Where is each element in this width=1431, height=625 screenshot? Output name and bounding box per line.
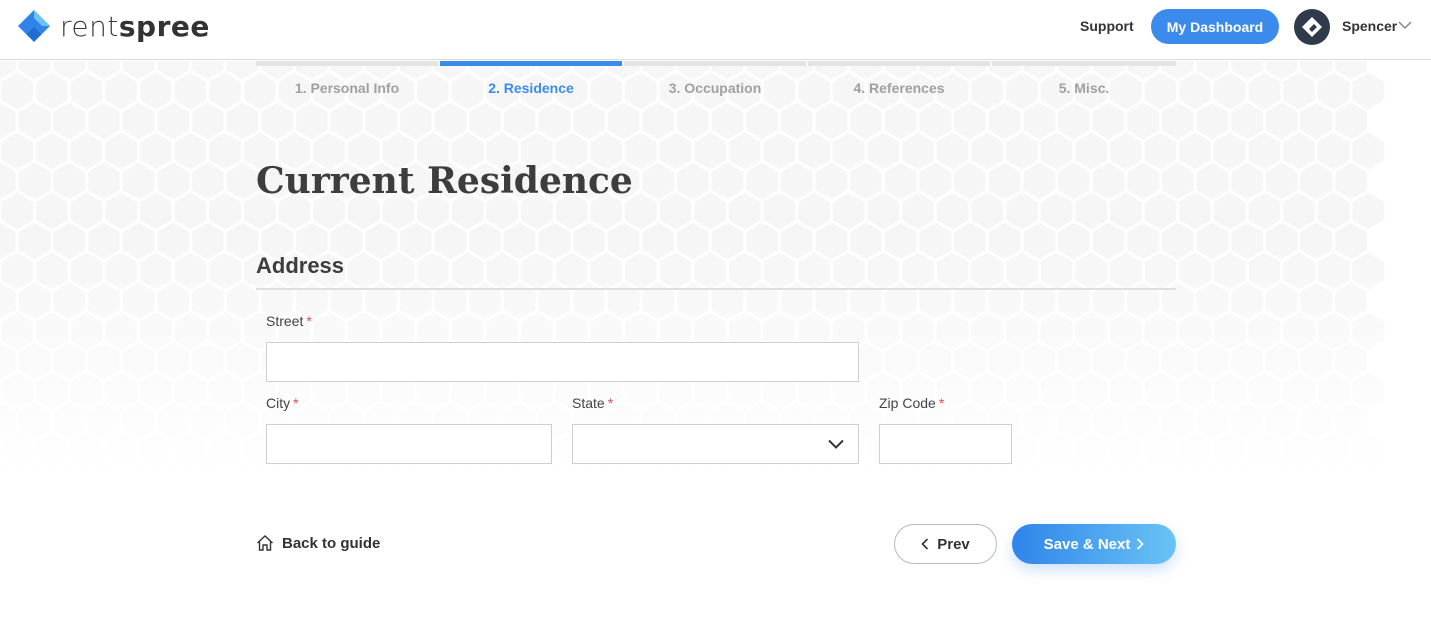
avatar[interactable] <box>1294 9 1330 45</box>
city-label: City * <box>266 395 299 411</box>
section-title-address: Address <box>256 253 345 278</box>
step-label: 4. References <box>853 80 945 96</box>
logo-wordmark: rentspree <box>60 9 210 43</box>
save-and-next-label: Save & Next <box>1043 535 1131 553</box>
save-and-next-button[interactable]: Save & Next <box>1012 524 1176 564</box>
chevron-left-icon <box>921 538 929 550</box>
step-label: 3. Occupation <box>668 80 762 96</box>
user-name[interactable]: Spencer <box>1342 18 1397 34</box>
step-label: 1. Personal Info <box>294 80 400 96</box>
state-label: State * <box>572 395 614 411</box>
step-misc[interactable]: 5. Misc. <box>992 61 1176 111</box>
zip-code-input[interactable] <box>879 424 1012 464</box>
home-icon <box>257 535 273 551</box>
chevron-down-icon[interactable] <box>1398 20 1412 30</box>
top-header: rentspree Support My Dashboard Spencer <box>0 0 1431 60</box>
rentspree-logo[interactable]: rentspree <box>16 8 210 44</box>
step-occupation[interactable]: 3. Occupation <box>624 61 806 111</box>
chevron-right-icon <box>1137 538 1144 550</box>
support-link[interactable]: Support <box>1080 18 1134 34</box>
prev-button-label: Prev <box>937 535 970 553</box>
page-title: Current Residence <box>256 160 633 202</box>
my-dashboard-button[interactable]: My Dashboard <box>1151 9 1279 44</box>
step-references[interactable]: 4. References <box>808 61 990 111</box>
section-divider <box>256 288 1176 290</box>
back-to-guide-link[interactable]: Back to guide <box>256 534 380 552</box>
zip-code-label: Zip Code * <box>879 395 945 411</box>
rentspree-logo-icon <box>18 10 50 42</box>
state-select[interactable] <box>572 424 859 464</box>
progress-steps: 1. Personal Info 2. Residence 3. Occupat… <box>256 61 1176 111</box>
user-avatar-icon <box>1302 17 1322 37</box>
prev-button[interactable]: Prev <box>894 524 997 564</box>
hex-background <box>0 61 1431 481</box>
step-label: 2. Residence <box>488 80 574 96</box>
step-residence[interactable]: 2. Residence <box>440 61 622 111</box>
street-input[interactable] <box>266 342 859 382</box>
step-personal-info[interactable]: 1. Personal Info <box>256 61 438 111</box>
street-label: Street * <box>266 313 312 329</box>
back-to-guide-label: Back to guide <box>282 534 381 552</box>
city-input[interactable] <box>266 424 552 464</box>
step-label: 5. Misc. <box>1058 80 1110 96</box>
